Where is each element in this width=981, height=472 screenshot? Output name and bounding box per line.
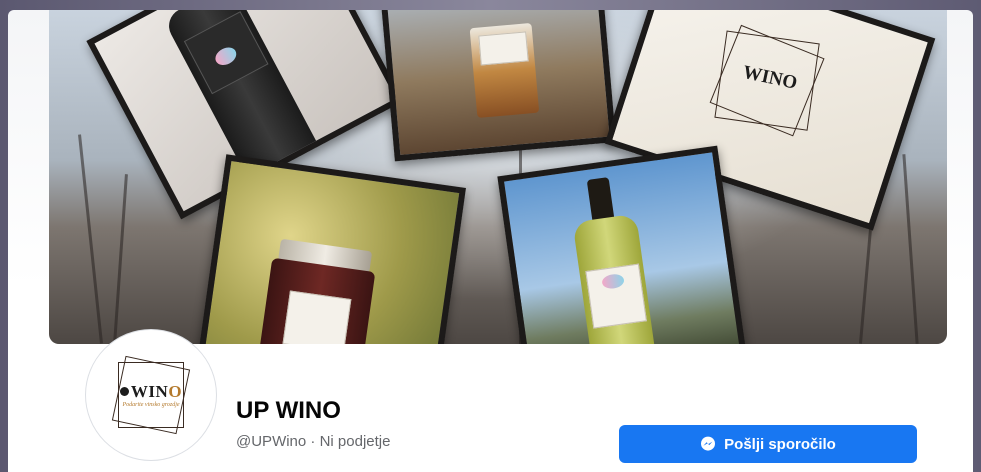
profile-header: WINO Podarite vinsko grozdje UP WINO @UP… [8,330,973,472]
send-message-label: Pošlji sporočilo [724,435,836,453]
page-frame: WINO WINO Podarite vinsko grozdje UP WIN… [8,10,973,472]
vine-stake [902,154,919,344]
profile-avatar[interactable]: WINO Podarite vinsko grozdje [86,330,216,460]
glass-label [478,31,529,66]
separator: · [306,433,320,450]
send-message-button[interactable]: Pošlji sporočilo [619,425,917,463]
jam-jar-photo [194,154,466,344]
bottle-label [585,263,647,329]
logo-text-o: O [168,382,183,401]
logo-text-main: WIN [130,382,169,401]
page-title: UP WINO [236,397,341,424]
page-handle-line: @UPWino · Ni podjetje [236,433,390,450]
glass-jar-photo [379,10,617,162]
messenger-icon [701,436,716,451]
vine-stake [78,134,103,344]
jar-label [282,290,352,344]
logo-text: WINO [112,382,190,402]
logo-subtitle: Podarite vinsko grozdje [122,402,180,408]
wino-logo: WINO Podarite vinsko grozdje [111,355,191,435]
heart-icon [212,44,240,69]
vine-stake [113,174,128,344]
logo-grape-icon [119,387,129,396]
page-handle: @UPWino [236,433,307,450]
cover-photo[interactable]: WINO [49,10,947,344]
white-wine-photo [497,145,747,344]
heart-icon [601,272,625,290]
page-category: Ni podjetje [319,433,391,450]
